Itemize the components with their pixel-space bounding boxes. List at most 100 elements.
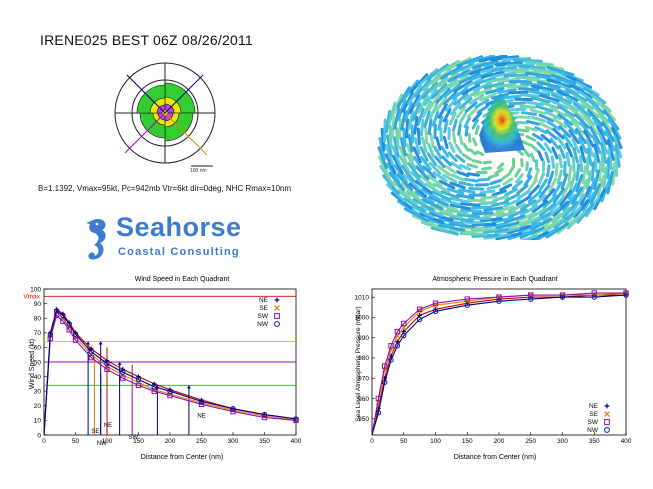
legend-marker-se — [604, 411, 610, 417]
x-tick-label: 350 — [259, 438, 270, 445]
swirl-streak — [506, 84, 529, 89]
radius-label-se: SE — [91, 429, 99, 435]
swirl-streak — [525, 100, 544, 107]
swirl-streak — [540, 133, 552, 144]
swirl-streak — [520, 158, 524, 168]
swirl-streak — [544, 151, 551, 164]
swirl-streak — [508, 101, 526, 106]
swirl-streak — [516, 148, 524, 156]
swirl-streak — [460, 202, 481, 207]
swirl-streak — [437, 115, 444, 131]
swirl-streak — [519, 104, 537, 109]
swirl-streak — [474, 125, 480, 135]
swirl-streak — [508, 164, 515, 174]
swirl-streak — [458, 134, 464, 146]
swirl-streak — [546, 164, 551, 178]
swirl-streak — [563, 160, 567, 177]
swirl-streak — [442, 135, 449, 149]
series-line-se — [371, 292, 627, 436]
y-tick-label: 60 — [34, 345, 42, 352]
swirl-streak — [558, 153, 563, 169]
swirl-streak — [529, 143, 539, 153]
swirl-streak — [579, 154, 584, 173]
series-line-ne — [371, 294, 626, 436]
vmax-label: Vmax — [23, 293, 40, 300]
swirl-streak — [571, 156, 576, 173]
swirl-streak — [523, 149, 531, 158]
swirl-streak — [405, 118, 410, 139]
swirl-streak — [543, 142, 553, 154]
y-tick-label: 10 — [34, 418, 42, 425]
swirl-streak — [454, 143, 463, 155]
swirl-streak — [525, 135, 537, 142]
swirl-streak — [537, 172, 546, 185]
y-tick-label: 980 — [358, 355, 369, 362]
swirl-streak — [462, 153, 472, 161]
legend-marker-se — [274, 305, 280, 311]
wind-field-3d-surface — [377, 55, 623, 240]
y-tick-label: 1010 — [355, 294, 370, 301]
swirl-streak — [471, 211, 494, 216]
x-tick-label: 400 — [291, 438, 302, 445]
y-tick-label: 50 — [34, 359, 42, 366]
pressure-chart-ylabel: Sea Level Atmospheric Pressure (mbar) — [355, 306, 362, 421]
y-tick-label: 960 — [358, 396, 369, 403]
swirl-streak — [480, 195, 498, 201]
radius-label-sw: SW — [128, 435, 138, 441]
y-tick-label: 70 — [34, 330, 42, 337]
legend-label-sw: SW — [258, 313, 269, 320]
swirl-streak — [468, 148, 477, 156]
swirl-streak — [497, 162, 505, 170]
swirl-streak — [478, 200, 498, 206]
y-tick-label: 970 — [358, 376, 369, 383]
swirl-streak — [451, 118, 458, 132]
swirl-streak — [504, 187, 518, 197]
swirl-streak — [462, 142, 470, 152]
swirl-streak — [475, 150, 485, 156]
swirl-streak — [486, 184, 501, 191]
swirl-streak — [435, 136, 442, 151]
x-tick-label: 50 — [400, 438, 408, 445]
seahorse-eye — [95, 222, 99, 226]
x-tick-label: 400 — [621, 438, 632, 445]
legend-marker-ne — [604, 403, 610, 409]
y-tick-label: 100 — [30, 286, 41, 293]
swirl-streak — [565, 151, 571, 168]
legend-label-sw: SW — [588, 419, 599, 426]
legend-marker-nw — [274, 321, 280, 327]
swirl-streak — [554, 162, 559, 177]
swirl-streak — [474, 183, 490, 187]
swirl-streak — [471, 159, 483, 164]
y-tick-label: 1000 — [355, 315, 370, 322]
y-tick-label: 40 — [34, 374, 42, 381]
extra-radius-label: NE — [197, 413, 205, 419]
wind-speed-chart: Wind Speed in Each Quadrant Distance fro… — [23, 276, 302, 461]
radius-label-nw: NW — [97, 441, 107, 447]
wind-chart-title: Wind Speed in Each Quadrant — [135, 276, 230, 283]
swirl-streak — [416, 127, 421, 146]
pressure-chart-xlabel: Distance from Center (nm) — [454, 454, 536, 461]
swirl-streak — [556, 169, 563, 185]
swirl-streak — [489, 178, 502, 186]
legend-marker-sw — [274, 313, 280, 319]
pressure-chart: Atmospheric Pressure in Each Quadrant Di… — [355, 276, 632, 461]
radius-label-ne: NE — [104, 423, 112, 429]
swirl-streak — [447, 151, 458, 162]
swirl-streak — [530, 152, 536, 163]
swirl-streak — [536, 141, 546, 151]
y-tick-label: 20 — [34, 403, 42, 410]
swirl-streak — [519, 93, 540, 98]
rose-scale-label: 100 nm — [190, 168, 207, 174]
series-line-sw — [371, 292, 626, 436]
swirl-streak — [516, 115, 531, 119]
legend-label-se: SE — [259, 305, 268, 312]
swirl-streak — [537, 150, 544, 162]
x-tick-label: 50 — [72, 438, 80, 445]
swirl-streak — [424, 127, 429, 144]
seahorse-logo-icon — [86, 219, 106, 260]
swirl-streak — [494, 167, 504, 175]
swirl-streak — [457, 123, 462, 136]
swirl-streak — [560, 173, 569, 190]
swirl-streak — [448, 141, 456, 154]
swirl-streak — [452, 132, 457, 145]
